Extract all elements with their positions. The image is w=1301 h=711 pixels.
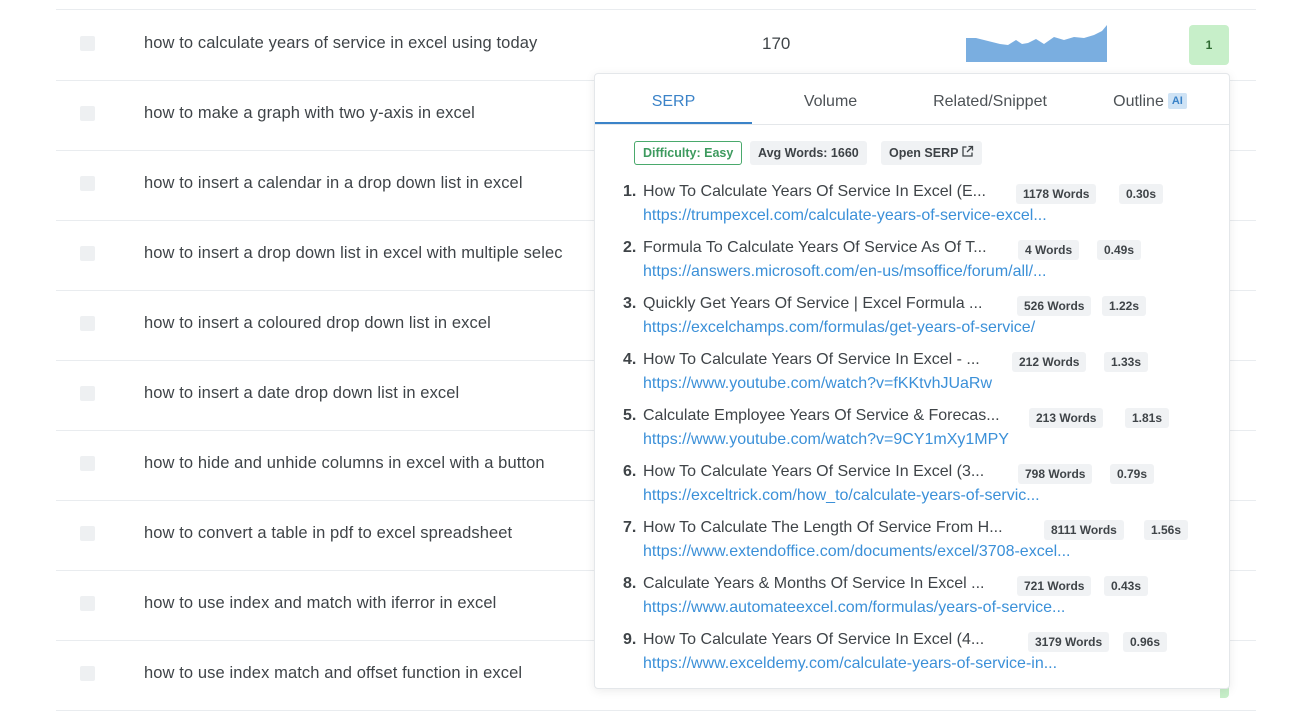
load-time-badge: 0.49s xyxy=(1097,240,1142,260)
word-count-badge: 3179 Words xyxy=(1028,632,1110,652)
row-checkbox[interactable] xyxy=(80,106,95,121)
result-title[interactable]: Formula To Calculate Years Of Service As… xyxy=(643,239,987,257)
result-rank: 7. xyxy=(623,519,637,536)
open-serp-button[interactable]: Open SERP xyxy=(881,141,983,165)
keyword-text[interactable]: how to insert a calendar in a drop down … xyxy=(144,174,523,193)
tab-outline[interactable]: Outline AI xyxy=(1071,74,1229,124)
result-rank: 6. xyxy=(623,463,637,480)
word-count-badge: 1178 Words xyxy=(1016,184,1097,204)
serp-popup: SERP Volume Related/Snippet Outline AI Di… xyxy=(594,73,1230,689)
result-rank: 4. xyxy=(623,351,637,368)
word-count-badge: 213 Words xyxy=(1029,408,1104,428)
load-time-badge: 0.43s xyxy=(1104,576,1149,596)
result-rank: 8. xyxy=(623,575,637,592)
result-url-link[interactable]: https://www.automateexcel.com/formulas/y… xyxy=(643,599,1065,617)
sparkline-area xyxy=(966,25,1107,62)
keyword-text[interactable]: how to make a graph with two y-axis in e… xyxy=(144,104,475,123)
result-rank: 9. xyxy=(623,631,637,648)
tab-serp[interactable]: SERP xyxy=(595,74,752,124)
row-checkbox[interactable] xyxy=(80,36,95,51)
word-count-badge: 526 Words xyxy=(1017,296,1092,316)
external-link-icon xyxy=(962,145,974,157)
keyword-text[interactable]: how to hide and unhide columns in excel … xyxy=(144,454,545,473)
word-count-badge: 8111 Words xyxy=(1044,520,1124,540)
result-url-link[interactable]: https://excelchamps.com/formulas/get-yea… xyxy=(643,319,1035,337)
load-time-badge: 0.30s xyxy=(1119,184,1164,204)
row-checkbox[interactable] xyxy=(80,316,95,331)
serp-result[interactable]: 1. How To Calculate Years Of Service In … xyxy=(595,181,1229,237)
result-title[interactable]: How To Calculate Years Of Service In Exc… xyxy=(643,463,984,481)
trend-sparkline[interactable] xyxy=(966,25,1107,62)
serp-result[interactable]: 3. Quickly Get Years Of Service | Excel … xyxy=(595,293,1229,349)
result-rank: 3. xyxy=(623,295,637,312)
result-url-link[interactable]: https://www.extendoffice.com/documents/e… xyxy=(643,543,1070,561)
result-title[interactable]: How To Calculate Years Of Service In Exc… xyxy=(643,631,984,649)
serp-result[interactable]: 8. Calculate Years & Months Of Service I… xyxy=(595,573,1229,629)
table-row[interactable]: how to calculate years of service in exc… xyxy=(56,10,1256,81)
result-url-link[interactable]: https://www.exceldemy.com/calculate-year… xyxy=(643,655,1057,673)
load-time-badge: 0.96s xyxy=(1123,632,1168,652)
keyword-text[interactable]: how to use index match and offset functi… xyxy=(144,664,522,683)
row-checkbox[interactable] xyxy=(80,176,95,191)
result-title[interactable]: Quickly Get Years Of Service | Excel For… xyxy=(643,295,982,313)
open-serp-label: Open SERP xyxy=(889,146,959,160)
word-count-badge: 212 Words xyxy=(1012,352,1087,372)
result-title[interactable]: How To Calculate Years Of Service In Exc… xyxy=(643,183,986,201)
keyword-text[interactable]: how to use index and match with iferror … xyxy=(144,594,496,613)
serp-result[interactable]: 9. How To Calculate Years Of Service In … xyxy=(595,629,1229,685)
search-volume: 170 xyxy=(762,34,791,53)
result-url-link[interactable]: https://trumpexcel.com/calculate-years-o… xyxy=(643,207,1047,225)
result-title[interactable]: Calculate Years & Months Of Service In E… xyxy=(643,575,985,593)
row-checkbox[interactable] xyxy=(80,526,95,541)
keyword-text[interactable]: how to insert a date drop down list in e… xyxy=(144,384,459,403)
keyword-text[interactable]: how to insert a coloured drop down list … xyxy=(144,314,491,333)
result-url-link[interactable]: https://www.youtube.com/watch?v=fKKtvhJU… xyxy=(643,375,992,393)
keyword-text[interactable]: how to calculate years of service in exc… xyxy=(144,34,537,53)
row-checkbox[interactable] xyxy=(80,456,95,471)
result-title[interactable]: How To Calculate The Length Of Service F… xyxy=(643,519,1003,537)
load-time-badge: 1.33s xyxy=(1104,352,1149,372)
keyword-text[interactable]: how to convert a table in pdf to excel s… xyxy=(144,524,512,543)
ai-badge: AI xyxy=(1167,93,1187,109)
word-count-badge: 721 Words xyxy=(1017,576,1092,596)
load-time-badge: 0.79s xyxy=(1110,464,1155,484)
load-time-badge: 1.56s xyxy=(1144,520,1189,540)
row-checkbox[interactable] xyxy=(80,666,95,681)
result-rank: 1. xyxy=(623,183,637,200)
row-checkbox[interactable] xyxy=(80,596,95,611)
row-checkbox[interactable] xyxy=(80,246,95,261)
row-checkbox[interactable] xyxy=(80,386,95,401)
load-time-badge: 1.81s xyxy=(1125,408,1170,428)
serp-result[interactable]: 4. How To Calculate Years Of Service In … xyxy=(595,349,1229,405)
tab-related-snippet[interactable]: Related/Snippet xyxy=(909,74,1071,124)
popup-tabs: SERP Volume Related/Snippet Outline AI xyxy=(595,74,1229,125)
word-count-badge: 4 Words xyxy=(1018,240,1080,260)
serp-result[interactable]: 5. Calculate Employee Years Of Service &… xyxy=(595,405,1229,461)
result-rank: 2. xyxy=(623,239,637,256)
serp-result[interactable]: 7. How To Calculate The Length Of Servic… xyxy=(595,517,1229,573)
difficulty-chip: Difficulty: Easy xyxy=(634,141,743,165)
keyword-text[interactable]: how to insert a drop down list in excel … xyxy=(144,244,563,263)
word-count-badge: 798 Words xyxy=(1018,464,1093,484)
result-title[interactable]: Calculate Employee Years Of Service & Fo… xyxy=(643,407,1000,425)
serp-result[interactable]: 6. How To Calculate Years Of Service In … xyxy=(595,461,1229,517)
keyword-difficulty-badge[interactable]: 1 xyxy=(1189,25,1229,65)
serp-result[interactable]: 2. Formula To Calculate Years Of Service… xyxy=(595,237,1229,293)
result-url-link[interactable]: https://www.youtube.com/watch?v=9CY1mXy1… xyxy=(643,431,1009,449)
result-rank: 5. xyxy=(623,407,637,424)
tab-outline-label: Outline xyxy=(1113,93,1164,110)
avg-words-chip: Avg Words: 1660 xyxy=(750,141,867,165)
load-time-badge: 1.22s xyxy=(1102,296,1147,316)
result-url-link[interactable]: https://exceltrick.com/how_to/calculate-… xyxy=(643,487,1040,505)
tab-volume[interactable]: Volume xyxy=(752,74,909,124)
result-url-link[interactable]: https://answers.microsoft.com/en-us/msof… xyxy=(643,263,1046,281)
result-title[interactable]: How To Calculate Years Of Service In Exc… xyxy=(643,351,980,369)
